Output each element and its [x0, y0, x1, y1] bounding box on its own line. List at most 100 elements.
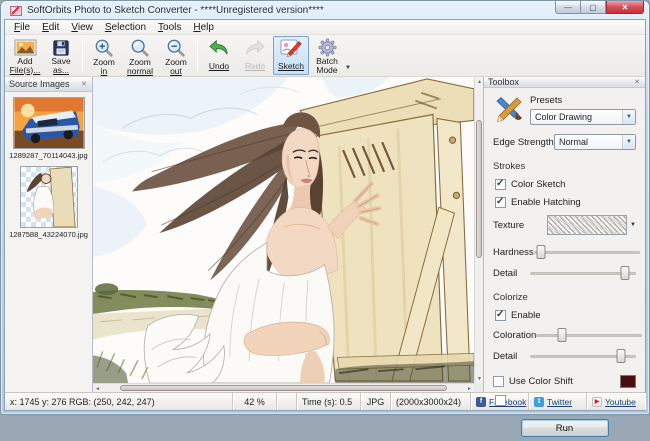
menubar: File Edit View Selection Tools Help [5, 20, 645, 35]
pencil-brush-icon [493, 95, 523, 123]
presets-value: Color Drawing [531, 112, 622, 122]
strokes-section-label: Strokes [493, 161, 636, 172]
sketch-image[interactable] [93, 77, 474, 383]
zoom-normal-label-2: normal [127, 67, 153, 76]
source-panel-close-icon[interactable]: ✕ [80, 80, 88, 88]
redo-button[interactable]: Redo [237, 36, 273, 75]
detail-slider-thumb[interactable] [621, 266, 630, 280]
thumbnail-filename: 1289287_70114043.jpg [6, 151, 92, 160]
toolbar-separator [82, 39, 83, 72]
youtube-link[interactable]: ▶ Youtube [587, 393, 645, 410]
twitter-link-label[interactable]: Twitter [547, 397, 572, 407]
menu-file[interactable]: File [8, 21, 36, 34]
coloration-slider-thumb[interactable] [557, 328, 566, 342]
window-title: SoftOrbits Photo to Sketch Converter - *… [27, 5, 555, 16]
color-shift-swatch[interactable] [620, 375, 636, 388]
statusbar: x: 1745 y: 276 RGB: (250, 242, 247) 42 %… [5, 392, 645, 410]
horizontal-scroll-thumb[interactable] [120, 385, 448, 391]
zoom-out-button[interactable]: Zoomout [158, 36, 194, 75]
chevron-down-icon: ▼ [622, 135, 635, 149]
menu-help[interactable]: Help [187, 21, 220, 34]
gear-icon [318, 38, 337, 57]
window-controls: — ▢ ✕ [555, 2, 644, 19]
zoom-normal-button[interactable]: Zoomnormal [122, 36, 158, 75]
add-files-button[interactable]: AddFile(s)... [7, 36, 43, 75]
edge-strength-value: Normal [555, 137, 622, 147]
source-panel-header: Source Images ✕ [5, 77, 92, 92]
colorize-detail-slider[interactable] [530, 348, 636, 364]
close-button[interactable]: ✕ [606, 1, 644, 14]
detail-slider[interactable] [530, 265, 636, 281]
save-as-label-2: as... [53, 66, 69, 75]
sketch-label: Sketch [278, 62, 304, 71]
texture-swatch[interactable] [547, 215, 627, 235]
save-as-button[interactable]: Saveas... [43, 36, 79, 75]
scroll-up-icon[interactable]: ▲ [475, 77, 484, 86]
main-area: Source Images ✕ [5, 77, 645, 392]
menu-edit[interactable]: Edit [36, 21, 65, 34]
scroll-right-icon[interactable]: ► [465, 384, 474, 393]
sketch-button[interactable]: Sketch [273, 36, 309, 75]
colorize-enable-checkbox[interactable] [495, 310, 506, 321]
toolbox-close-icon[interactable]: ✕ [633, 78, 641, 86]
undo-button[interactable]: Undo [201, 36, 237, 75]
scroll-left-icon[interactable]: ◄ [93, 384, 102, 393]
add-files-icon [14, 38, 37, 57]
detail-label: Detail [493, 268, 517, 279]
hardness-slider[interactable] [534, 244, 640, 260]
zoom-out-icon [166, 38, 186, 58]
vertical-scrollbar[interactable]: ▲ ▼ [474, 77, 483, 383]
app-icon [10, 5, 23, 17]
maximize-button[interactable]: ▢ [581, 1, 606, 14]
toolbar-overflow-icon[interactable]: ▼ [345, 65, 353, 75]
toolbox-title: Toolbox [488, 77, 519, 87]
youtube-link-label[interactable]: Youtube [605, 397, 636, 407]
cursor-info: x: 1745 y: 276 RGB: (250, 242, 247) [5, 393, 233, 410]
enable-hatching-label: Enable Hatching [511, 197, 581, 208]
colorize-detail-slider-thumb[interactable] [617, 349, 626, 363]
texture-label: Texture [493, 220, 524, 231]
horizontal-scrollbar[interactable]: ◄ ► [93, 383, 474, 392]
presets-label: Presets [530, 95, 636, 106]
app-body: File Edit View Selection Tools Help AddF… [4, 19, 646, 411]
canvas-area: ▲ ▼ ◄ ► [93, 77, 483, 392]
hardness-label: Hardness [493, 247, 534, 258]
toolbox-header: Toolbox ✕ [484, 77, 645, 88]
use-color-shift-checkbox[interactable] [493, 376, 504, 387]
undo-label: Undo [209, 62, 229, 71]
presets-dropdown[interactable]: Color Drawing ▼ [530, 109, 636, 125]
batch-mode-label-2: Mode [316, 66, 337, 75]
minimize-button[interactable]: — [555, 1, 581, 14]
menu-selection[interactable]: Selection [99, 21, 152, 34]
batch-mode-button[interactable]: BatchMode [309, 36, 345, 75]
run-button[interactable]: Run [521, 419, 609, 437]
toolbar: AddFile(s)... Saveas... [5, 35, 645, 77]
edge-strength-dropdown[interactable]: Normal ▼ [554, 134, 636, 150]
chevron-down-icon: ▼ [622, 110, 635, 124]
coloration-slider[interactable] [536, 327, 642, 343]
app-window: SoftOrbits Photo to Sketch Converter - *… [0, 0, 650, 415]
vertical-scroll-thumb[interactable] [476, 120, 482, 258]
sketch-icon [280, 38, 302, 58]
color-sketch-label: Color Sketch [511, 179, 565, 190]
enable-hatching-checkbox[interactable] [495, 197, 506, 208]
zoom-in-icon [94, 38, 114, 58]
hardness-slider-thumb[interactable] [537, 245, 546, 259]
normalize-histogram-checkbox[interactable] [495, 395, 506, 406]
menu-view[interactable]: View [65, 21, 99, 34]
titlebar: SoftOrbits Photo to Sketch Converter - *… [4, 1, 646, 19]
thumbnail-sketch[interactable] [20, 166, 78, 228]
zoom-normal-icon [130, 38, 150, 58]
statusbar-spacer [277, 393, 297, 410]
color-sketch-checkbox[interactable] [495, 179, 506, 190]
thumbnail-truck[interactable] [13, 97, 85, 149]
zoom-in-button[interactable]: Zoomin [86, 36, 122, 75]
colorize-detail-label: Detail [493, 351, 517, 362]
image-dimensions: (2000x3000x24) [391, 393, 471, 410]
scroll-down-icon[interactable]: ▼ [475, 374, 484, 383]
texture-dropdown-icon[interactable]: ▼ [630, 222, 636, 228]
twitter-link[interactable]: t Twitter [529, 393, 587, 410]
menu-tools[interactable]: Tools [152, 21, 187, 34]
zoom-out-label-2: out [170, 67, 182, 76]
facebook-icon: f [476, 397, 486, 407]
